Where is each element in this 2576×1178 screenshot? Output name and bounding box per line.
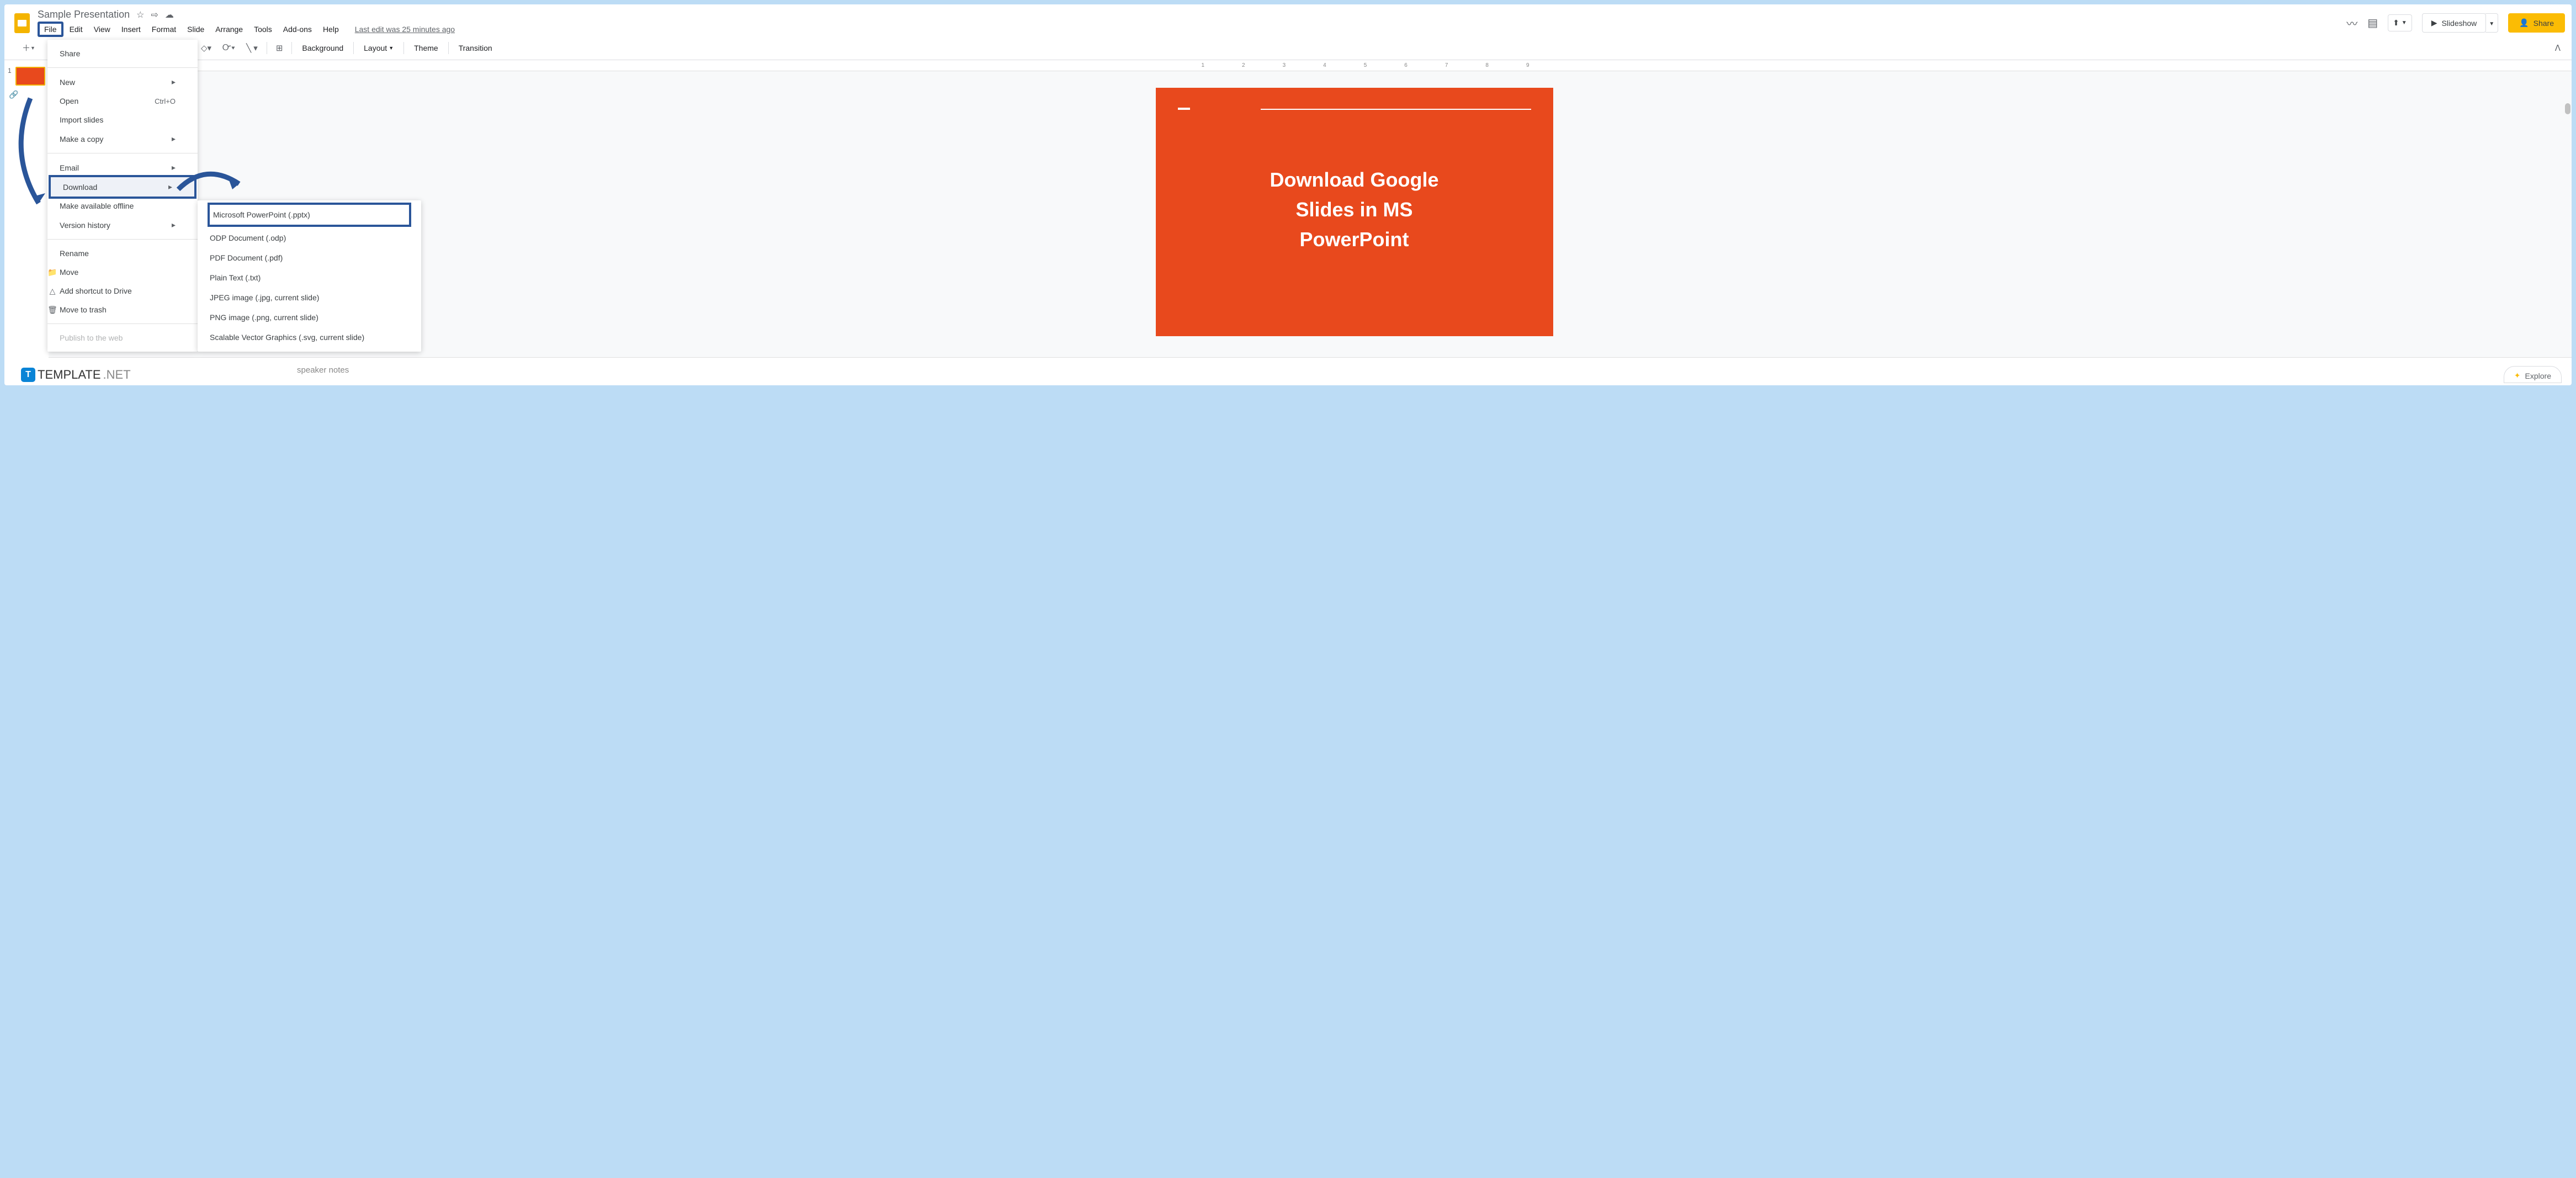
watermark: T TEMPLATE.NET [21,368,131,382]
menu-publish[interactable]: Publish to the web [47,328,198,347]
titlebar: Sample Presentation ☆ ⇨ ☁ File Edit View… [4,4,2572,37]
menu-import[interactable]: Import slides [47,110,198,129]
line-button[interactable]: ╲ ▾ [242,40,262,56]
speaker-notes[interactable]: Click to adspeaker notes [49,357,2572,383]
menu-format[interactable]: Format [147,23,181,36]
menu-slide[interactable]: Slide [182,23,209,36]
menu-edit[interactable]: Edit [65,23,88,36]
background-button[interactable]: Background [296,41,349,55]
explore-button[interactable]: ✦ Explore [2504,366,2562,383]
present-upload-button[interactable]: ⬆ ▼ [2388,14,2412,31]
slideshow-label: Slideshow [2441,19,2477,28]
watermark-logo: T [21,368,35,382]
comment-button[interactable]: ⊞ [272,40,288,56]
app-window: Sample Presentation ☆ ⇨ ☁ File Edit View… [4,4,2572,385]
last-edit-link[interactable]: Last edit was 25 minutes ago [355,25,455,34]
menu-share[interactable]: Share [47,44,198,63]
slide-title-text: Download GoogleSlides in MSPowerPoint [1183,165,1526,254]
shape-button[interactable]: ◇▾ [196,40,216,56]
activity-icon[interactable]: 〰 [2346,15,2357,31]
menu-tools[interactable]: Tools [249,23,277,36]
upload-icon: ⬆ [2393,18,2399,28]
menu-file[interactable]: File [38,22,63,37]
slides-logo[interactable] [11,12,33,34]
thumb-number: 1 [8,67,13,86]
explore-icon: ✦ [2514,371,2521,380]
menu-shortcut[interactable]: △Add shortcut to Drive [47,282,198,300]
folder-icon: 📁 [46,268,59,277]
transition-button[interactable]: Transition [453,41,498,55]
menu-open[interactable]: OpenCtrl+O [47,92,198,110]
annotation-arrow [11,93,50,214]
separator [403,42,404,54]
ruler: 12 34 56 78 9 [49,60,2572,71]
menu-copy[interactable]: Make a copy▸ [47,129,198,148]
canvas-area: 12 34 56 78 9 Download GoogleSlides in M… [49,60,2572,383]
menu-help[interactable]: Help [318,23,344,36]
toolbar: ＋ ▼ ◇▾ Ꮕ▾ ╲ ▾ ⊞ Background Layout▼ Theme… [4,37,2572,60]
share-label: Share [2533,19,2554,28]
theme-button[interactable]: Theme [408,41,444,55]
download-txt[interactable]: Plain Text (.txt) [198,268,421,288]
menu-arrange[interactable]: Arrange [210,23,248,36]
menu-trash[interactable]: 🗑Move to trash [47,300,198,319]
scrollbar[interactable] [2565,103,2570,114]
play-icon: ▶ [2431,18,2437,28]
chevron-up-icon[interactable]: ᐱ [2551,40,2565,56]
trash-icon: 🗑 [46,305,59,315]
header-actions: 〰 ▤ ⬆ ▼ ▶ Slideshow ▼ 👤 Share [2346,13,2565,33]
comments-icon[interactable]: ▤ [2367,16,2378,30]
chevron-down-icon: ▼ [2489,21,2494,27]
chevron-down-icon: ▼ [2402,20,2407,26]
star-icon[interactable]: ☆ [136,9,144,20]
explore-label: Explore [2525,372,2551,380]
new-slide-button[interactable]: ＋ ▼ [18,39,40,56]
download-submenu: Microsoft PowerPoint (.pptx) ODP Documen… [198,200,421,352]
doc-title[interactable]: Sample Presentation [38,9,130,20]
slide-decoration [1261,109,1531,110]
separator [448,42,449,54]
download-pptx[interactable]: Microsoft PowerPoint (.pptx) [213,210,406,219]
menu-view[interactable]: View [89,23,115,36]
menu-history[interactable]: Version history▸ [47,215,198,235]
menu-insert[interactable]: Insert [116,23,146,36]
annotation-arrow [173,167,250,200]
menubar: File Edit View Insert Format Slide Arran… [38,22,2342,37]
drive-icon: △ [46,286,59,296]
download-odp[interactable]: ODP Document (.odp) [198,228,421,248]
menu-move[interactable]: 📁Move [47,263,198,282]
slide-decoration [1178,108,1190,110]
doc-info: Sample Presentation ☆ ⇨ ☁ File Edit View… [38,9,2342,37]
layout-button[interactable]: Layout▼ [358,41,399,55]
separator [291,42,292,54]
slideshow-button[interactable]: ▶ Slideshow [2422,13,2487,33]
slide-canvas[interactable]: Download GoogleSlides in MSPowerPoint [49,71,2572,357]
separator [353,42,354,54]
menu-addons[interactable]: Add-ons [278,23,317,36]
menu-rename[interactable]: Rename [47,244,198,263]
slideshow-dropdown[interactable]: ▼ [2485,13,2498,33]
share-button[interactable]: 👤 Share [2508,13,2565,33]
person-icon: 👤 [2519,18,2529,28]
download-pdf[interactable]: PDF Document (.pdf) [198,248,421,268]
menu-new[interactable]: New▸ [47,72,198,92]
thumb-preview [15,67,45,86]
download-svg[interactable]: Scalable Vector Graphics (.svg, current … [198,327,421,347]
move-folder-icon[interactable]: ⇨ [151,9,158,20]
download-jpg[interactable]: JPEG image (.jpg, current slide) [198,288,421,307]
insert-symbol-button[interactable]: Ꮕ▾ [218,40,240,55]
download-png[interactable]: PNG image (.png, current slide) [198,307,421,327]
cloud-icon[interactable]: ☁ [165,9,174,20]
slide-thumb-1[interactable]: 1 [8,67,45,86]
slide-1: Download GoogleSlides in MSPowerPoint [1156,88,1553,336]
